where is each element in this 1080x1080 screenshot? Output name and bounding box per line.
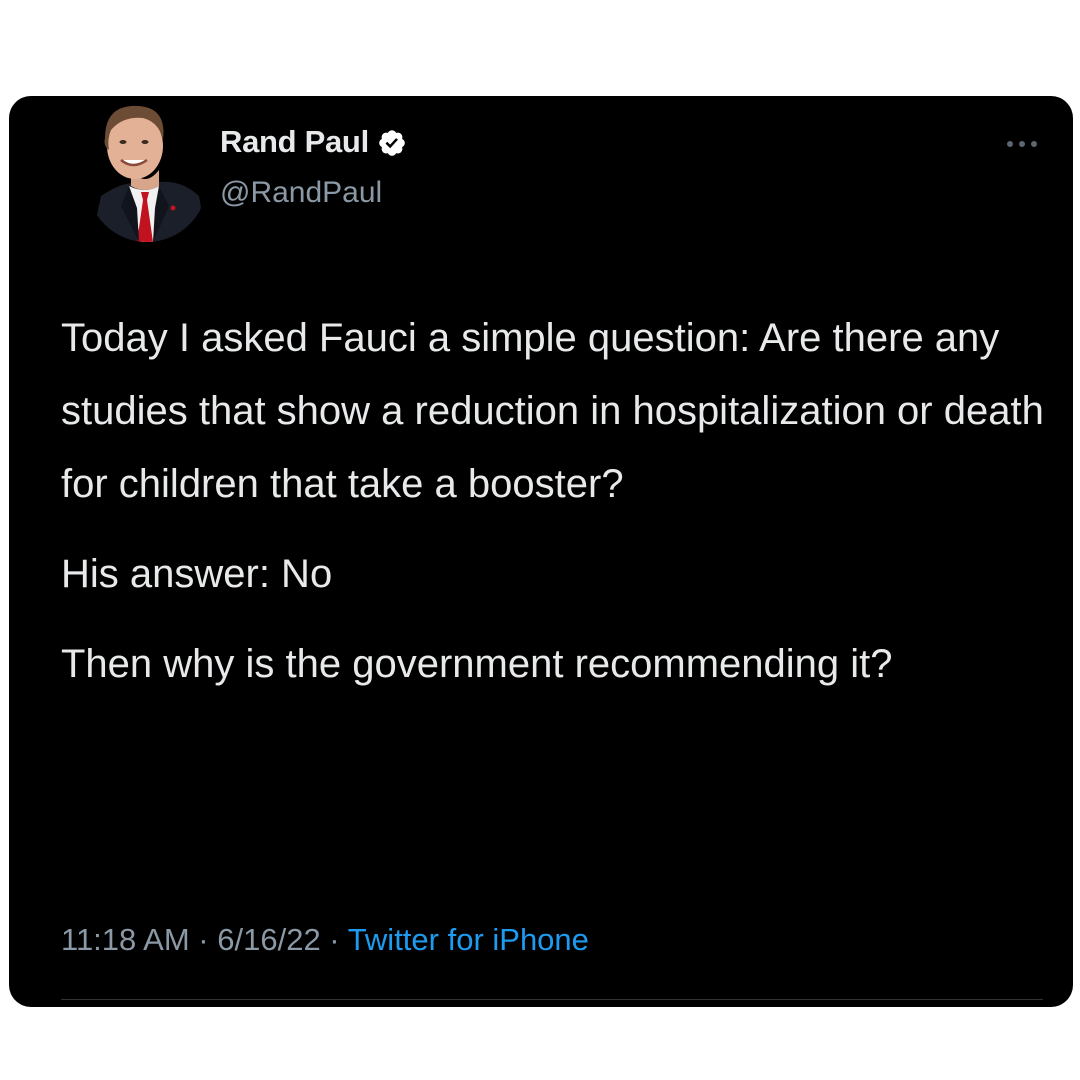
tweet-paragraph: Then why is the government recommending … xyxy=(61,642,893,686)
tweet-date[interactable]: 6/16/22 xyxy=(217,922,320,957)
tweet-text: Today I asked Fauci a simple question: A… xyxy=(61,302,1051,701)
verified-badge-icon xyxy=(377,128,407,158)
meta-separator: · xyxy=(320,922,348,957)
more-options-icon[interactable] xyxy=(1003,136,1041,152)
tweet-paragraph: Today I asked Fauci a simple question: A… xyxy=(61,316,1044,506)
avatar[interactable] xyxy=(87,96,207,242)
tweet-source-link[interactable]: Twitter for iPhone xyxy=(348,922,589,957)
divider xyxy=(61,999,1043,1000)
author-handle[interactable]: @RandPaul xyxy=(220,176,382,210)
tweet-metadata: 11:18 AM · 6/16/22 · Twitter for iPhone xyxy=(61,922,589,958)
author-name-row: Rand Paul xyxy=(220,124,407,160)
author-display-name[interactable]: Rand Paul xyxy=(220,124,369,160)
meta-separator: · xyxy=(189,922,218,957)
tweet-time[interactable]: 11:18 AM xyxy=(61,922,190,957)
tweet-paragraph: His answer: No xyxy=(61,552,333,596)
tweet-card: Rand Paul @RandPaul Today I asked Fauci … xyxy=(9,96,1073,1007)
